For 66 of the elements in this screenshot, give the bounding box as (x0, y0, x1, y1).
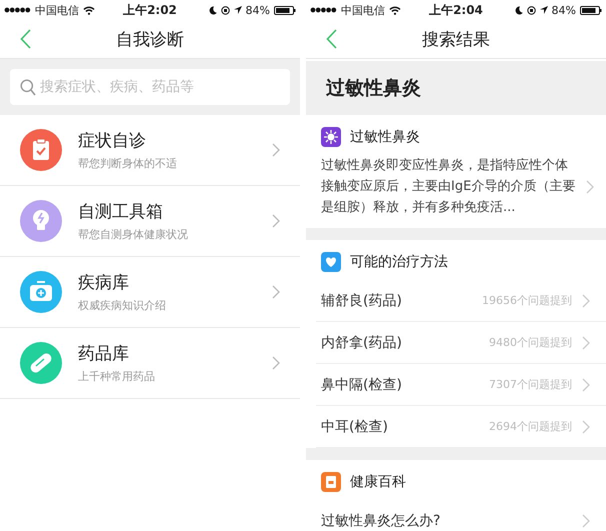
menu-item[interactable]: 疾病库 权威疾病知识介绍 (0, 257, 300, 328)
menu-item-subtitle: 帮您自测身体健康状况 (78, 227, 189, 242)
battery-percent: 84% (552, 4, 576, 16)
mention-count: 9480个问题提到 (489, 335, 572, 350)
chevron-icon (272, 285, 280, 299)
carrier-name: 中国电信 (35, 2, 79, 18)
location-icon (234, 6, 242, 14)
chevron-icon (586, 180, 594, 194)
status-time: 上午2:02 (123, 2, 177, 18)
moon-icon (514, 6, 523, 14)
search-icon (20, 79, 36, 96)
result-heading: 过敏性鼻炎 (326, 77, 421, 99)
nav-title: 自我诊断 (116, 28, 184, 50)
battery-icon (580, 6, 602, 14)
menu-item-title: 疾病库 (78, 272, 130, 294)
row-label: 过敏性鼻炎怎么办? (321, 512, 442, 530)
wifi-icon (83, 6, 95, 14)
result-row[interactable]: 过敏性鼻炎怎么办? (316, 500, 606, 531)
chevron-icon (272, 356, 280, 370)
menu-item-title: 药品库 (78, 343, 130, 365)
nav-title: 搜索结果 (422, 28, 490, 50)
battery-icon (274, 6, 296, 14)
search-field[interactable]: 搜索症状、疾病、药品等 (10, 69, 290, 105)
location-icon (540, 6, 548, 14)
row-label: 辅舒良(药品) (321, 292, 403, 310)
chevron-icon (582, 378, 590, 392)
chevron-icon (582, 294, 590, 308)
menu-item[interactable]: 药品库 上千种常用药品 (0, 328, 300, 399)
menu-item-title: 症状自诊 (78, 130, 147, 152)
menu-item-subtitle: 帮您判断身体的不适 (78, 156, 178, 171)
summary-text: 过敏性鼻炎即变应性鼻炎，是指特应性个体接触变应原后，主要由IgE介导的介质（主要是组胺）释放，并有多种免疫活... (321, 157, 576, 217)
section-title: 可能的治疗方法 (350, 253, 448, 271)
rotation-lock-icon (220, 6, 230, 14)
row-label: 鼻中隔(检查) (321, 376, 403, 394)
signal-icon (4, 7, 31, 13)
section-title: 健康百科 (350, 473, 406, 491)
result-row[interactable]: 鼻中隔(检查) 7307个问题提到 (316, 364, 606, 406)
menu-item-subtitle: 上千种常用药品 (78, 369, 156, 384)
rotation-lock-icon (526, 6, 536, 14)
back-icon[interactable] (326, 29, 337, 49)
signal-icon (310, 7, 337, 13)
result-row[interactable]: 内舒拿(药品) 9480个问题提到 (316, 322, 606, 364)
menu-item[interactable]: 自测工具箱 帮您自测身体健康状况 (0, 186, 300, 257)
chevron-icon (582, 514, 590, 528)
menu-item-subtitle: 权威疾病知识介绍 (78, 298, 167, 313)
battery-percent: 84% (246, 4, 270, 16)
result-row[interactable]: 辅舒良(药品) 19656个问题提到 (316, 280, 606, 322)
menu-item[interactable]: 症状自诊 帮您判断身体的不适 (0, 115, 300, 186)
chevron-icon (272, 143, 280, 157)
status-time: 上午2:04 (429, 2, 483, 18)
menu-item-title: 自测工具箱 (78, 201, 164, 223)
moon-icon (208, 6, 217, 14)
row-label: 内舒拿(药品) (321, 334, 403, 352)
mention-count: 19656个问题提到 (482, 293, 572, 308)
row-label: 中耳(检查) (321, 418, 389, 436)
summary-item[interactable]: 过敏性鼻炎即变应性鼻炎，是指特应性个体接触变应原后，主要由IgE介导的介质（主要是组胺）释放，并有多种免疫活... (306, 155, 606, 228)
carrier-name: 中国电信 (341, 2, 385, 18)
chevron-icon (582, 336, 590, 350)
section-title: 过敏性鼻炎 (350, 128, 420, 146)
chevron-icon (582, 420, 590, 434)
chevron-icon (272, 214, 280, 228)
mention-count: 2694个问题提到 (489, 419, 572, 434)
result-row[interactable]: 中耳(检查) 2694个问题提到 (316, 406, 606, 448)
back-icon[interactable] (20, 29, 31, 49)
wifi-icon (389, 6, 401, 14)
mention-count: 7307个问题提到 (489, 377, 572, 392)
